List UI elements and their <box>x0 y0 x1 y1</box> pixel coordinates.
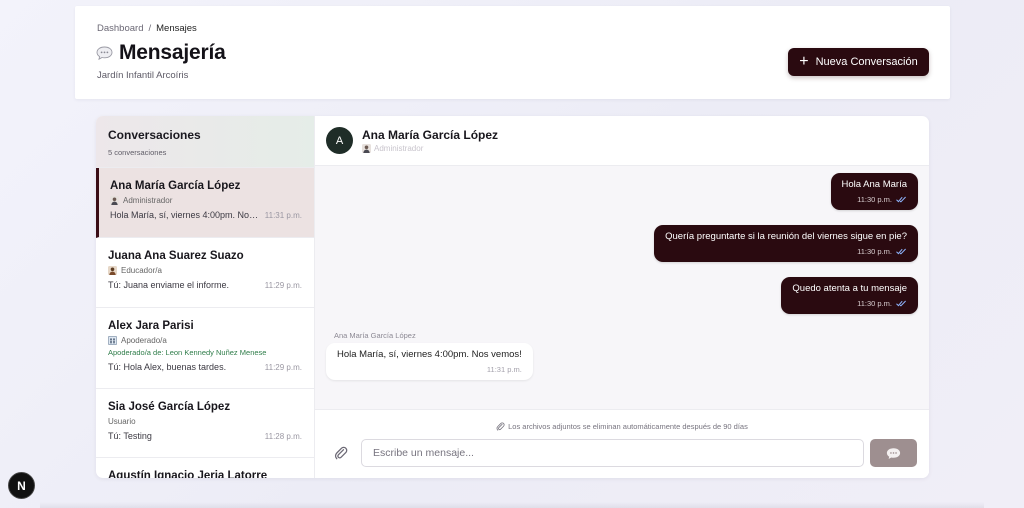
message-outgoing: Quería preguntarte si la reunión del vie… <box>654 225 918 262</box>
attach-file-button[interactable] <box>332 444 350 462</box>
attachments-notice: Los archivos adjuntos se eliminan automá… <box>315 422 929 431</box>
message-text: Hola María, sí, viernes 4:00pm. Nos vemo… <box>337 349 522 360</box>
message-text: Quedo atenta a tu mensaje <box>792 283 907 294</box>
avatar: A <box>326 127 353 154</box>
contact-role: Administrador <box>362 144 423 153</box>
breadcrumb-dashboard[interactable]: Dashboard <box>97 23 143 34</box>
double-check-icon <box>896 248 906 255</box>
family-icon <box>108 336 117 345</box>
messaging-panel: Conversaciones 5 conversaciones Ana Marí… <box>96 116 929 478</box>
paperclip-icon <box>334 446 348 460</box>
conversation-preview: Hola María, sí, viernes 4:00pm. Nos vemo… <box>110 210 260 220</box>
message-time: 11:30 p.m. <box>857 247 892 256</box>
message-meta: 11:31 p.m. <box>337 365 522 374</box>
sidebar-title: Conversaciones <box>108 128 201 142</box>
message-sender-label: Ana María García López <box>334 331 416 340</box>
new-conversation-button[interactable]: + Nueva Conversación <box>788 48 929 76</box>
page-subtitle: Jardín Infantil Arcoíris <box>97 70 189 81</box>
conversation-bottom: Tú: Testing 11:28 p.m. <box>108 431 302 441</box>
new-conversation-label: Nueva Conversación <box>815 56 918 68</box>
teacher-icon <box>108 266 117 275</box>
message-time: 11:30 p.m. <box>857 195 892 204</box>
conversation-name: Alex Jara Parisi <box>108 320 194 332</box>
conversation-time: 11:29 p.m. <box>264 362 302 372</box>
message-time: 11:30 p.m. <box>857 299 892 308</box>
message-outgoing: Hola Ana María 11:30 p.m. <box>830 173 918 210</box>
conversations-sidebar: Conversaciones 5 conversaciones Ana Marí… <box>96 116 315 478</box>
message-list: Hola Ana María 11:30 p.m. Quería pregunt… <box>315 166 929 448</box>
contact-name: Ana María García López <box>362 128 499 142</box>
breadcrumb-separator: / <box>148 23 152 34</box>
conversation-bottom: Hola María, sí, viernes 4:00pm. Nos vemo… <box>110 210 302 220</box>
send-button[interactable] <box>870 439 917 467</box>
message-meta: 11:30 p.m. <box>665 247 907 256</box>
conversation-name: Sia José García López <box>108 401 231 413</box>
paperclip-icon <box>496 422 505 431</box>
conversation-name: Ana María García López <box>110 180 241 192</box>
message-text: Quería preguntarte si la reunión del vie… <box>665 231 907 242</box>
conversation-name: Agustín Ignacio Jeria Latorre <box>108 470 268 478</box>
conversation-time: 11:28 p.m. <box>264 431 302 441</box>
conversation-item-sia[interactable]: Sia José García López Usuario Tú: Testin… <box>96 389 314 458</box>
guardian-of-text: Apoderado/a de: Leon Kennedy Nuñez Menes… <box>108 348 267 357</box>
conversation-time: 11:29 p.m. <box>264 280 302 290</box>
page-header: Dashboard / Mensajes Mensajería Jardín I… <box>75 6 950 99</box>
dev-tools-badge[interactable]: N <box>8 472 35 499</box>
message-outgoing: Quedo atenta a tu mensaje 11:30 p.m. <box>781 277 918 314</box>
message-time: 11:31 p.m. <box>486 365 522 374</box>
person-icon <box>110 196 119 205</box>
conversation-item-agustin[interactable]: Agustín Ignacio Jeria Latorre <box>96 458 314 478</box>
conversation-role: Educador/a <box>108 266 302 275</box>
conversation-preview: Tú: Testing <box>108 431 152 441</box>
chat-bubble-icon <box>96 46 113 60</box>
message-composer: Los archivos adjuntos se eliminan automá… <box>315 409 929 478</box>
chat-main: A Ana María García López Administrador H… <box>315 116 929 478</box>
page-title-row: Mensajería <box>96 41 226 65</box>
conversation-bottom: Tú: Hola Alex, buenas tardes. 11:29 p.m. <box>108 362 302 372</box>
breadcrumb: Dashboard / Mensajes <box>97 23 197 34</box>
bottom-shadow <box>40 502 984 508</box>
double-check-icon <box>896 300 906 307</box>
conversation-time: 11:31 p.m. <box>264 210 302 220</box>
conversation-preview: Tú: Hola Alex, buenas tardes. <box>108 362 227 372</box>
send-chat-icon <box>886 447 901 459</box>
sidebar-header: Conversaciones 5 conversaciones <box>96 116 314 168</box>
page-title: Mensajería <box>119 41 226 64</box>
conversation-role: Administrador <box>110 196 302 205</box>
message-input[interactable] <box>361 439 864 467</box>
message-meta: 11:30 p.m. <box>792 299 907 308</box>
person-icon <box>362 144 371 153</box>
message-incoming: Hola María, sí, viernes 4:00pm. Nos vemo… <box>326 343 533 380</box>
conversation-item-ana[interactable]: Ana María García López Administrador Hol… <box>96 168 314 238</box>
conversation-role: Apoderado/a <box>108 336 302 345</box>
plus-icon: + <box>799 53 809 70</box>
conversation-item-juana[interactable]: Juana Ana Suarez Suazo Educador/a Tú: Ju… <box>96 238 314 308</box>
message-meta: 11:30 p.m. <box>842 195 907 204</box>
attachments-notice-text: Los archivos adjuntos se eliminan automá… <box>508 422 748 431</box>
chat-header: A Ana María García López Administrador <box>315 116 929 166</box>
conversation-name: Juana Ana Suarez Suazo <box>108 250 244 262</box>
message-text: Hola Ana María <box>841 179 907 190</box>
double-check-icon <box>896 196 906 203</box>
conversation-item-alex[interactable]: Alex Jara Parisi Apoderado/a Apoderado/a… <box>96 308 314 389</box>
conversation-role: Usuario <box>108 417 136 426</box>
breadcrumb-current: Mensajes <box>156 23 197 34</box>
conversation-preview: Tú: Juana enviame el informe. <box>108 280 230 290</box>
conversation-count: 5 conversaciones <box>108 148 167 157</box>
conversation-bottom: Tú: Juana enviame el informe. 11:29 p.m. <box>108 280 302 290</box>
